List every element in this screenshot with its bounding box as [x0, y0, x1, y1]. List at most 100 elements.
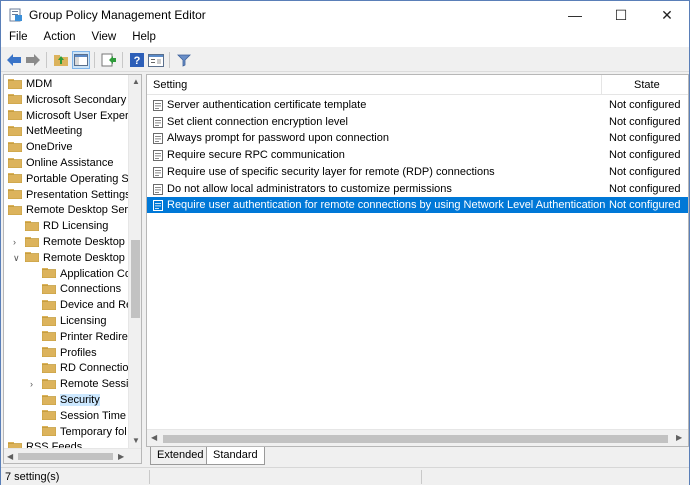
tree-item[interactable]: Connections	[42, 281, 121, 297]
column-header-setting[interactable]: Setting	[153, 79, 187, 91]
filter-button[interactable]	[175, 51, 193, 69]
scroll-left-icon[interactable]: ◀	[7, 452, 13, 461]
table-row[interactable]: Set client connection encryption level No…	[147, 114, 688, 130]
menu-action[interactable]: Action	[36, 29, 84, 47]
tree-item[interactable]: Application Co	[42, 266, 131, 282]
table-row[interactable]: Do not allow local administrators to cus…	[147, 181, 688, 197]
tree-item[interactable]: Licensing	[42, 313, 106, 329]
tree-item-label: OneDrive	[26, 141, 73, 154]
tree-pane[interactable]: MDM Microsoft Secondary A Microsoft User E…	[3, 74, 142, 464]
status-bar: 7 setting(s)	[1, 467, 689, 485]
setting-name: Require user authentication for remote c…	[167, 199, 606, 212]
maximize-button[interactable]: ☐	[598, 1, 644, 29]
forward-arrow-icon	[26, 54, 40, 66]
tree-item[interactable]: › Remote Sessio	[30, 376, 135, 392]
horizontal-scrollbar[interactable]: ◀ ▶	[4, 448, 141, 463]
show-hide-tree-icon	[74, 54, 88, 66]
list-header: Setting State	[147, 75, 688, 95]
table-row[interactable]: Server authentication certificate templa…	[147, 97, 688, 113]
folder-icon	[42, 315, 56, 326]
minimize-button[interactable]: —	[552, 1, 598, 29]
tree-item[interactable]: NetMeeting	[8, 123, 82, 139]
tree-item[interactable]: RD Licensing	[25, 218, 108, 234]
folder-icon	[42, 299, 56, 310]
scroll-up-icon[interactable]: ▲	[132, 77, 140, 86]
tree-item[interactable]: ∨ Remote Desktop S	[13, 250, 135, 266]
setting-state: Not configured	[609, 149, 681, 162]
tree-item-label: Session Time L	[60, 409, 136, 422]
tree-item[interactable]: Presentation Settings	[8, 187, 131, 203]
tree-item-label: Temporary fol	[60, 425, 127, 438]
export-list-button[interactable]	[100, 51, 118, 69]
properties-button[interactable]	[147, 51, 165, 69]
setting-state: Not configured	[609, 165, 681, 178]
tree-item[interactable]: Security	[42, 392, 100, 408]
tree-item[interactable]: Microsoft User Experie	[8, 108, 137, 124]
folder-icon	[42, 362, 56, 373]
tab-extended[interactable]: Extended	[150, 447, 211, 465]
tree-item[interactable]: Profiles	[42, 345, 97, 361]
tree-item[interactable]: Portable Operating Sy	[8, 171, 134, 187]
menu-view[interactable]: View	[84, 29, 125, 47]
title-bar[interactable]: Group Policy Management Editor — ☐ ✕	[1, 1, 689, 29]
tree-item[interactable]: MDM	[8, 76, 52, 92]
table-row[interactable]: Always prompt for password upon connecti…	[147, 130, 688, 146]
tree-item-label: Presentation Settings	[26, 188, 131, 201]
tree-item[interactable]: Temporary fol	[42, 424, 127, 440]
tree-item-label: MDM	[26, 78, 53, 90]
forward-button[interactable]	[24, 51, 42, 69]
chevron-down-icon[interactable]: ∨	[3, 205, 4, 215]
column-divider[interactable]	[601, 75, 602, 95]
toolbar-separator	[169, 52, 170, 68]
tree-item-label: Printer Redirec	[60, 330, 134, 343]
tree-item-label: Licensing	[60, 315, 107, 327]
settings-list[interactable]: Setting State Server authentication cert…	[146, 74, 689, 447]
help-button[interactable]: ?	[128, 51, 146, 69]
tree-item[interactable]: Online Assistance	[8, 155, 113, 171]
tree-item[interactable]: ∨Remote Desktop Servi	[8, 202, 136, 218]
vertical-scrollbar[interactable]: ▲ ▼	[128, 75, 141, 448]
tree-item-label: Remote Desktop Servi	[26, 204, 137, 217]
tree-item-label: Online Assistance	[26, 157, 114, 169]
setting-name: Do not allow local administrators to cus…	[167, 182, 452, 195]
tree-item[interactable]: Microsoft Secondary A	[8, 92, 136, 108]
back-button[interactable]	[5, 51, 23, 69]
tree-item-label: Microsoft User Experie	[26, 109, 138, 122]
scroll-down-icon[interactable]: ▼	[132, 436, 140, 445]
column-header-state[interactable]: State	[634, 79, 660, 91]
tree-item[interactable]: Device and Res	[42, 297, 138, 313]
tree-item[interactable]: Printer Redirec	[42, 329, 133, 345]
scroll-right-icon[interactable]: ▶	[676, 433, 682, 442]
close-button[interactable]: ✕	[644, 1, 690, 29]
setting-state: Not configured	[609, 182, 681, 195]
tree-item[interactable]: Session Time L	[42, 408, 135, 424]
tab-standard[interactable]: Standard	[206, 447, 265, 465]
policy-setting-icon	[153, 200, 163, 212]
tree-item-label: Microsoft Secondary A	[26, 93, 137, 106]
close-icon: ✕	[661, 6, 673, 23]
svg-text:?: ?	[134, 55, 141, 67]
folder-icon	[8, 110, 22, 121]
menu-help[interactable]: Help	[124, 29, 164, 47]
table-row[interactable]: Require user authentication for remote c…	[147, 197, 688, 214]
table-row[interactable]: Require use of specific security layer f…	[147, 164, 688, 180]
scrollbar-thumb[interactable]	[131, 240, 140, 318]
menu-file[interactable]: File	[1, 29, 36, 47]
horizontal-scrollbar[interactable]: ◀ ▶	[147, 429, 688, 446]
chevron-right-icon[interactable]: ›	[30, 379, 38, 389]
setting-name: Require use of specific security layer f…	[167, 165, 495, 178]
scrollbar-thumb[interactable]	[18, 453, 113, 460]
tree-item[interactable]: OneDrive	[8, 139, 72, 155]
show-hide-tree-button[interactable]	[72, 51, 90, 69]
chevron-right-icon[interactable]: ›	[13, 237, 21, 247]
status-divider	[149, 470, 150, 484]
tree-item[interactable]: RD Connection	[42, 360, 135, 376]
up-level-button[interactable]	[52, 51, 70, 69]
chevron-down-icon[interactable]: ∨	[13, 253, 21, 263]
folder-icon	[8, 125, 22, 136]
scroll-right-icon[interactable]: ▶	[118, 452, 124, 461]
tree-item[interactable]: › Remote Desktop C	[13, 234, 136, 250]
table-row[interactable]: Require secure RPC communication Not conf…	[147, 147, 688, 163]
scroll-left-icon[interactable]: ◀	[151, 433, 157, 442]
scrollbar-thumb[interactable]	[163, 435, 668, 443]
